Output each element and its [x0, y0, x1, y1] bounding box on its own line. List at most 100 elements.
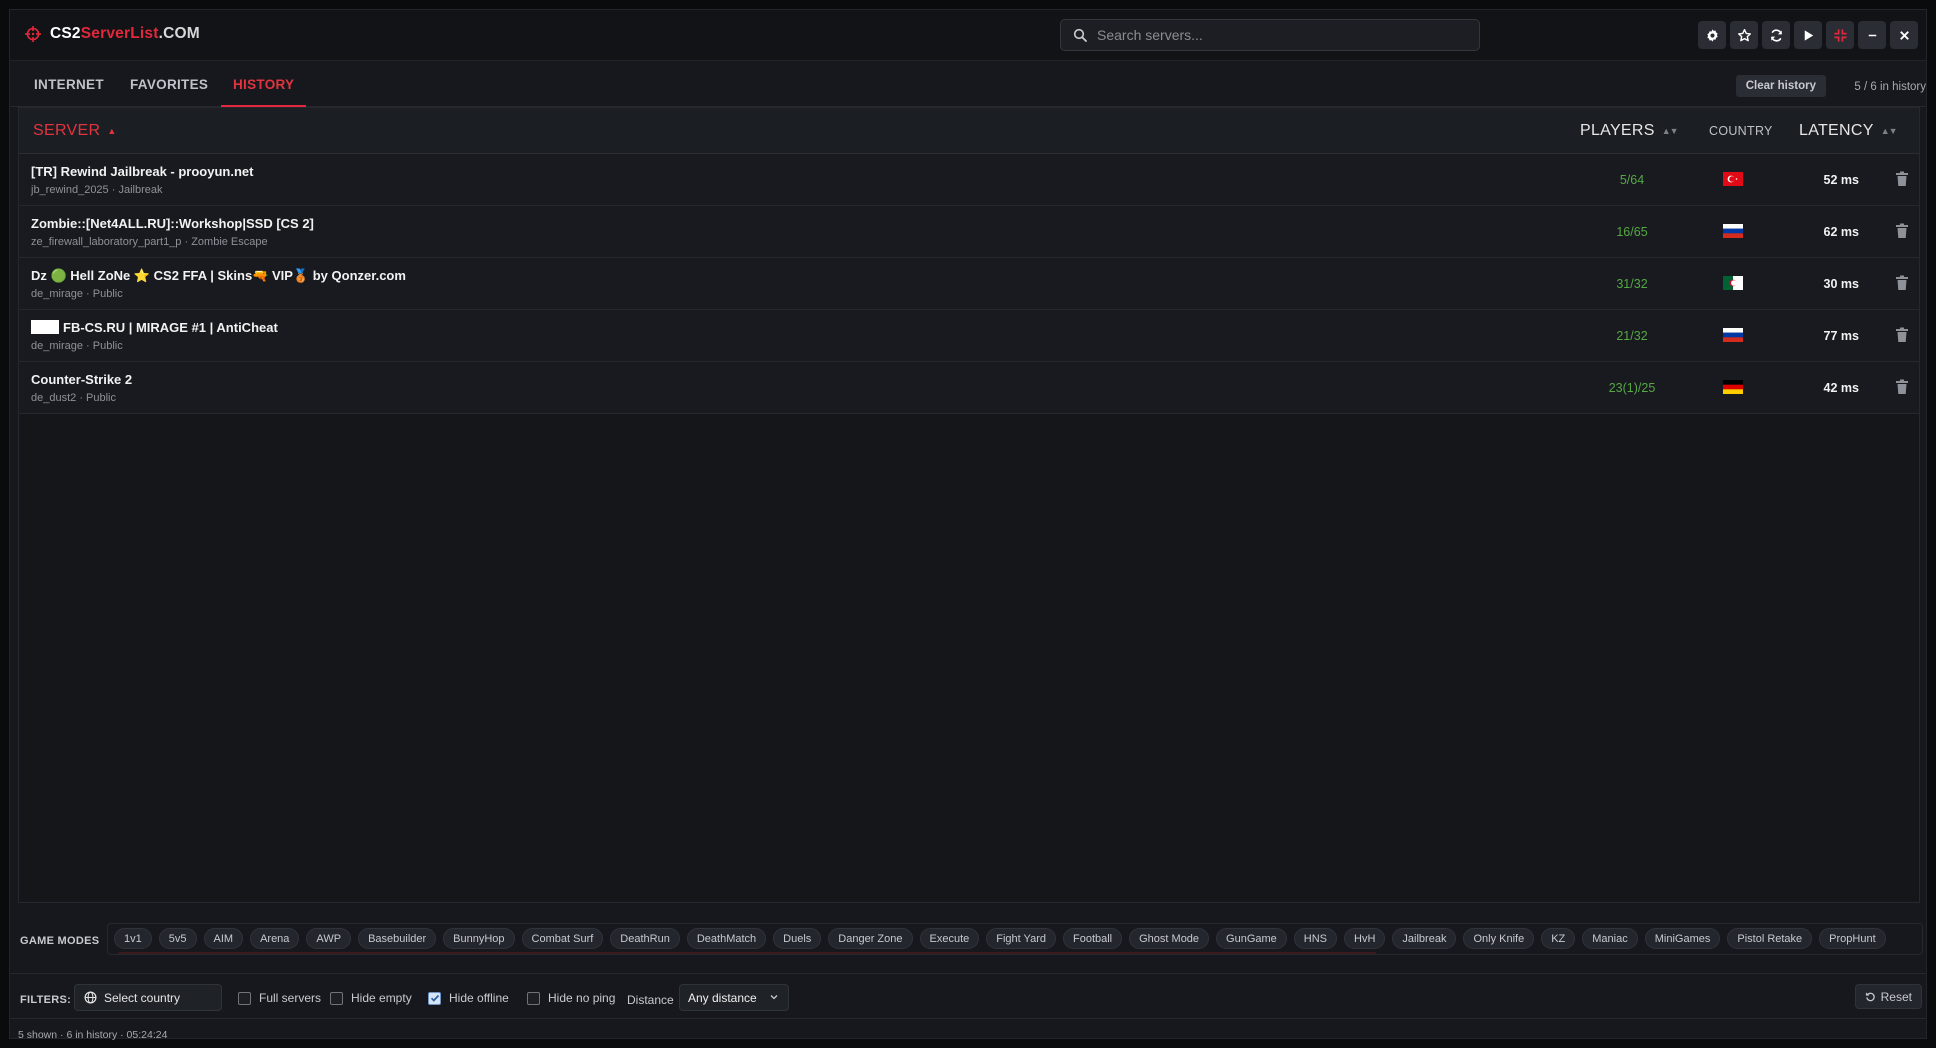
- game-mode-chip[interactable]: AIM: [203, 928, 244, 949]
- game-mode-chip[interactable]: Danger Zone: [828, 928, 913, 949]
- delete-trash-icon[interactable]: [1895, 171, 1909, 187]
- checkbox-box[interactable]: [428, 991, 441, 1005]
- distance-label: Distance: [627, 993, 674, 1007]
- game-mode-chip[interactable]: Duels: [773, 928, 822, 949]
- checkbox-box[interactable]: [527, 991, 540, 1005]
- column-header-server[interactable]: SERVER ▲: [33, 108, 117, 154]
- hide-empty-checkbox[interactable]: Hide empty: [330, 991, 412, 1005]
- delete-trash-icon[interactable]: [1895, 275, 1909, 291]
- close-button[interactable]: [1890, 21, 1918, 49]
- redacted-block: [31, 320, 59, 334]
- app-window: CS2ServerList.COM Search servers... INTE…: [9, 9, 1927, 1041]
- minimize-button[interactable]: [1858, 21, 1886, 49]
- sort-toggle-icon: ▲▼: [1661, 126, 1679, 136]
- minimize-icon: [1868, 34, 1876, 36]
- search-box[interactable]: [1060, 19, 1480, 51]
- search-input[interactable]: [1097, 27, 1457, 43]
- game-mode-chip[interactable]: 1v1: [114, 928, 152, 949]
- full-servers-label: Full servers: [259, 991, 322, 1005]
- favorites-button[interactable]: [1730, 21, 1758, 49]
- reset-label: Reset: [1880, 989, 1912, 1004]
- app-logo[interactable]: CS2ServerList.COM: [24, 25, 200, 43]
- turkey-flag-icon: [1723, 172, 1743, 186]
- window-controls: [1698, 21, 1918, 49]
- game-mode-chip[interactable]: PropHunt: [1819, 928, 1886, 949]
- checkbox-box[interactable]: [330, 991, 343, 1005]
- game-mode-chip[interactable]: Pistol Retake: [1727, 928, 1813, 949]
- settings-button[interactable]: [1698, 21, 1726, 49]
- server-table: SERVER ▲ PLAYERS ▲▼ COUNTRY LATENCY ▲▼ […: [18, 107, 1920, 903]
- game-mode-chip[interactable]: HNS: [1293, 928, 1338, 949]
- play-button[interactable]: [1794, 21, 1822, 49]
- server-map-mode: de_dust2 · Public: [31, 392, 116, 404]
- game-mode-chip[interactable]: Ghost Mode: [1129, 928, 1210, 949]
- globe-icon: [84, 991, 97, 1004]
- distance-select[interactable]: Any distance: [679, 984, 789, 1011]
- hide-no-ping-checkbox[interactable]: Hide no ping: [527, 991, 615, 1005]
- game-mode-chip[interactable]: Arena: [250, 928, 300, 949]
- game-mode-chip[interactable]: GunGame: [1216, 928, 1287, 949]
- status-bar: 5 shown · 6 in history · 05:24:24: [10, 1018, 1926, 1041]
- refresh-button[interactable]: [1762, 21, 1790, 49]
- game-mode-chip[interactable]: MiniGames: [1644, 928, 1721, 949]
- logo-text-com: .COM: [158, 25, 200, 42]
- table-row[interactable]: Counter-Strike 2 de_dust2 · Public 23(1)…: [19, 362, 1919, 414]
- checkbox-box[interactable]: [238, 991, 251, 1005]
- table-row[interactable]: FB-CS.RU | MIRAGE #1 | AntiCheat de_mira…: [19, 310, 1919, 362]
- collapse-button[interactable]: [1826, 21, 1854, 49]
- player-count: 5/64: [1619, 173, 1645, 187]
- game-mode-chip[interactable]: DeathMatch: [686, 928, 767, 949]
- close-icon: [1899, 30, 1909, 40]
- game-mode-chip[interactable]: DeathRun: [610, 928, 680, 949]
- game-modes-bar: GAME MODES 1v1 5v5 AIM Arena AWP Basebuilder B…: [10, 913, 1926, 973]
- delete-trash-icon[interactable]: [1895, 327, 1909, 343]
- filters-bar: FILTERS: Select country Full servers Hid…: [10, 973, 1926, 1017]
- latency-value: 52 ms: [1823, 173, 1859, 187]
- game-mode-chip[interactable]: Only Knife: [1463, 928, 1535, 949]
- column-server-label: SERVER: [33, 122, 101, 139]
- tab-internet[interactable]: INTERNET: [34, 61, 104, 107]
- collapse-icon: [1833, 28, 1847, 42]
- tab-history[interactable]: HISTORY: [220, 61, 307, 107]
- game-mode-chip[interactable]: Combat Surf: [521, 928, 604, 949]
- russia-flag-icon: [1723, 328, 1743, 342]
- table-row[interactable]: Zombie::[Net4ALL.RU]::Workshop|SSD [CS 2…: [19, 206, 1919, 258]
- algeria-flag-icon: [1723, 276, 1743, 290]
- game-mode-chip[interactable]: KZ: [1541, 928, 1576, 949]
- hide-offline-checkbox[interactable]: Hide offline: [428, 991, 509, 1005]
- game-mode-chip[interactable]: Jailbreak: [1392, 928, 1457, 949]
- full-servers-checkbox[interactable]: Full servers: [238, 991, 321, 1005]
- horizontal-scrollbar[interactable]: [118, 952, 1376, 954]
- hide-no-ping-label: Hide no ping: [548, 991, 616, 1005]
- delete-trash-icon[interactable]: [1895, 379, 1909, 395]
- game-mode-chip[interactable]: Football: [1062, 928, 1123, 949]
- game-mode-chip[interactable]: HvH: [1344, 928, 1386, 949]
- table-row[interactable]: Dz 🟢 Hell ZoNe ⭐ CS2 FFA | Skins🔫 VIP🥉 b…: [19, 258, 1919, 310]
- delete-trash-icon[interactable]: [1895, 223, 1909, 239]
- country-select-label: Select country: [104, 990, 181, 1005]
- column-header-latency[interactable]: LATENCY ▲▼: [1799, 108, 1898, 154]
- latency-value: 62 ms: [1823, 225, 1859, 239]
- latency-value: 30 ms: [1823, 277, 1859, 291]
- game-mode-chip[interactable]: Fight Yard: [986, 928, 1056, 949]
- server-map-mode: jb_rewind_2025 · Jailbreak: [31, 184, 163, 196]
- game-modes-scroller[interactable]: 1v1 5v5 AIM Arena AWP Basebuilder BunnyHop Comb…: [107, 923, 1923, 955]
- column-country-label: COUNTRY: [1709, 124, 1773, 138]
- game-mode-chip[interactable]: Basebuilder: [358, 928, 437, 949]
- game-mode-chip[interactable]: BunnyHop: [443, 928, 515, 949]
- column-header-players[interactable]: PLAYERS ▲▼: [1580, 108, 1679, 154]
- reset-button[interactable]: Reset: [1854, 984, 1922, 1009]
- history-count: 5 / 6 in history: [1854, 81, 1926, 93]
- tab-favorites[interactable]: FAVORITES: [130, 61, 208, 107]
- title-bar: CS2ServerList.COM: [10, 10, 1926, 61]
- game-mode-chip[interactable]: Execute: [919, 928, 980, 949]
- latency-value: 42 ms: [1823, 381, 1859, 395]
- sort-ascending-icon: ▲: [107, 126, 117, 136]
- game-mode-chip[interactable]: Maniac: [1582, 928, 1638, 949]
- column-header-country[interactable]: COUNTRY: [1709, 108, 1773, 154]
- table-row[interactable]: [TR] Rewind Jailbreak - prooyun.net jb_r…: [19, 154, 1919, 206]
- game-mode-chip[interactable]: 5v5: [158, 928, 197, 949]
- clear-history-button[interactable]: Clear history: [1735, 75, 1826, 97]
- game-mode-chip[interactable]: AWP: [306, 928, 352, 949]
- country-select[interactable]: Select country: [74, 984, 222, 1011]
